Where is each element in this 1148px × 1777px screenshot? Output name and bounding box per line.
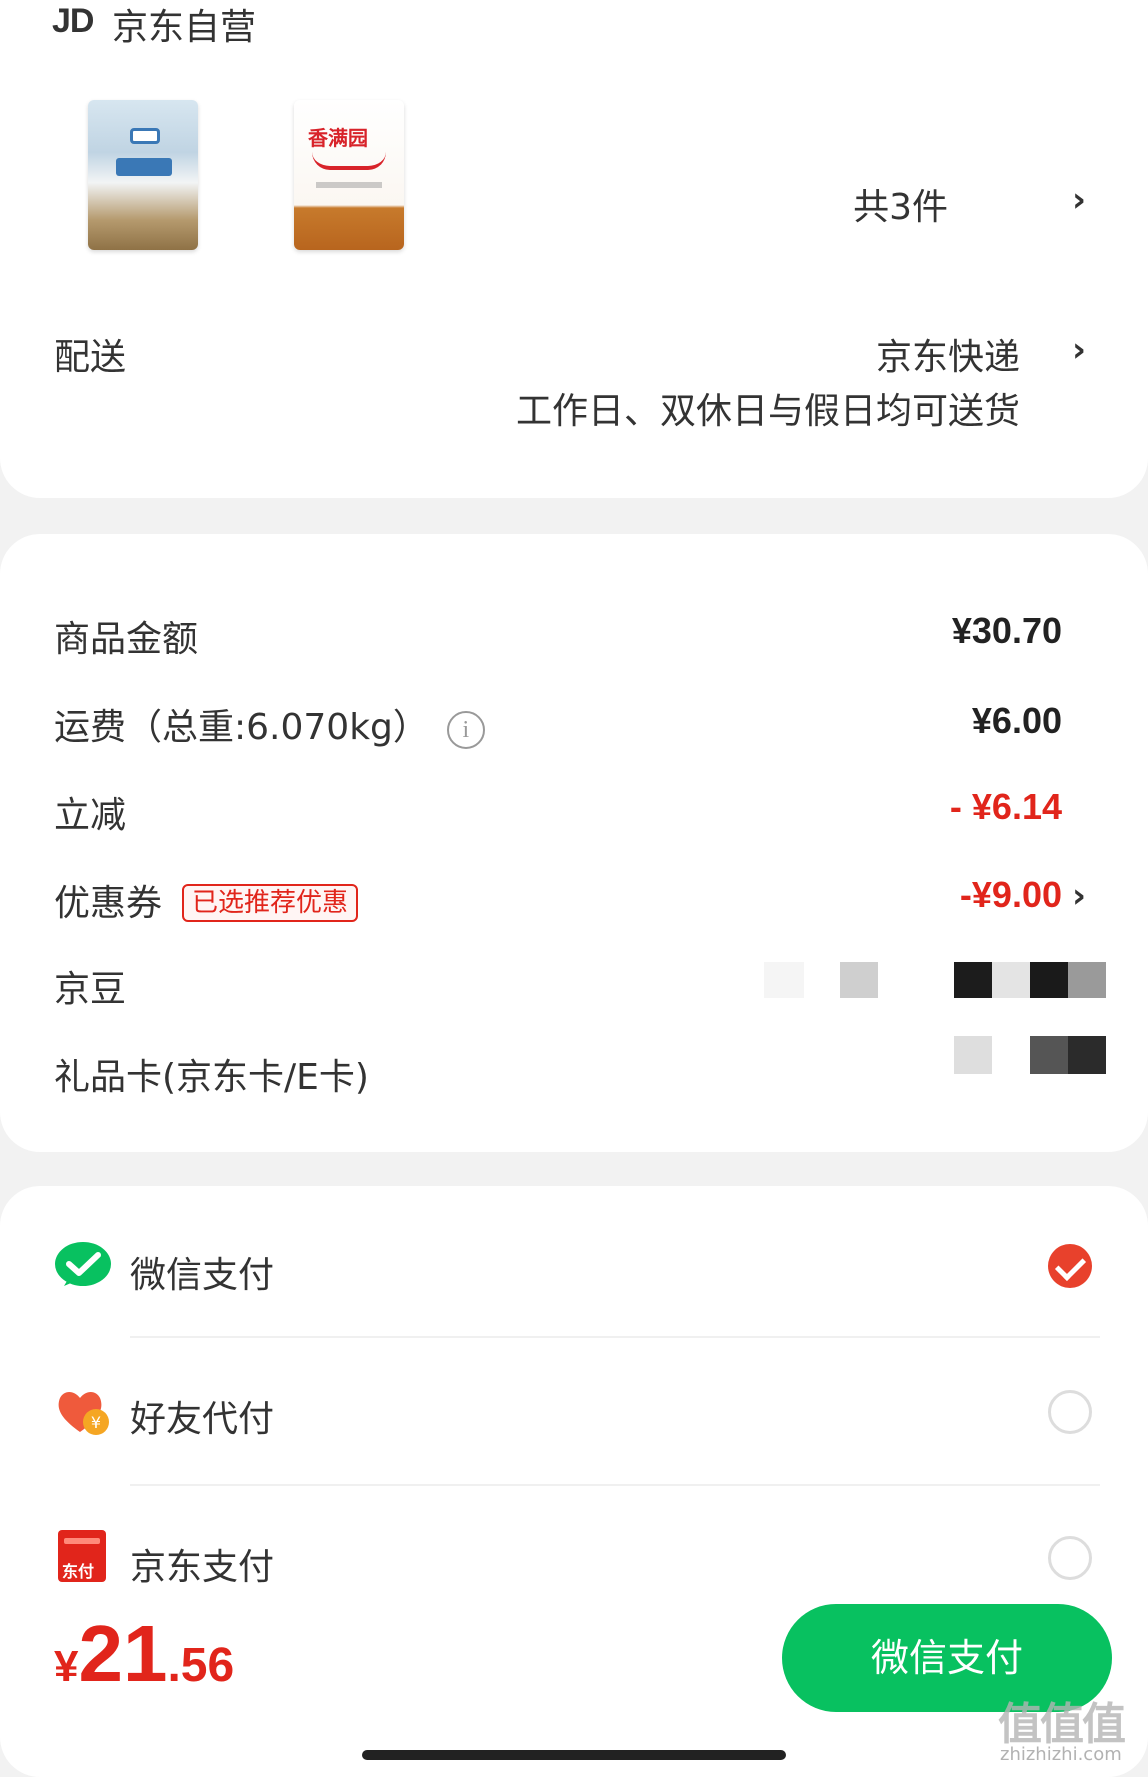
- home-indicator[interactable]: [362, 1750, 786, 1760]
- divider: [130, 1336, 1100, 1338]
- info-icon[interactable]: i: [446, 711, 485, 749]
- instant-discount-value: - ¥6.14: [949, 786, 1062, 827]
- instant-discount-label: 立减: [54, 795, 127, 836]
- gift-card-label: 礼品卡(京东卡/E卡): [54, 1057, 369, 1098]
- coupon-value[interactable]: -¥9.00: [960, 874, 1062, 916]
- jd-logo: JD: [52, 2, 94, 40]
- radio-unselected[interactable]: [1048, 1536, 1092, 1580]
- svg-text:¥: ¥: [91, 1413, 101, 1432]
- payment-option-label: 微信支付: [130, 1255, 275, 1296]
- friend-pay-icon: ¥: [58, 1392, 109, 1435]
- jd-pay-icon: 东付: [58, 1530, 106, 1582]
- delivery-note: 工作日、双休日与假日均可送货: [515, 391, 1020, 432]
- coupon-row[interactable]: 优惠券 已选推荐优惠: [54, 874, 359, 926]
- order-total: ¥21.56: [54, 1609, 235, 1698]
- site-watermark: 值值值: [998, 1699, 1126, 1750]
- radio-unselected[interactable]: [1048, 1390, 1092, 1434]
- items-count[interactable]: 共3件: [853, 178, 948, 230]
- shipping-fee-value: ¥6.00: [971, 700, 1062, 741]
- divider: [130, 1484, 1100, 1486]
- delivery-method[interactable]: 京东快递: [876, 328, 1020, 380]
- delivery-label: 配送: [54, 337, 127, 378]
- chevron-right-icon[interactable]: ›: [1072, 876, 1086, 916]
- shipping-fee-row: 运费（总重:6.070kg） i: [54, 698, 485, 750]
- chevron-right-icon[interactable]: ›: [1072, 330, 1086, 370]
- goods-amount-value: ¥30.70: [951, 610, 1062, 651]
- radio-selected[interactable]: [1048, 1244, 1092, 1288]
- coupon-label: 优惠券: [54, 883, 163, 924]
- shipping-fee-label: 运费（总重:6.070kg）: [54, 707, 429, 748]
- product-thumbnail-flour[interactable]: [88, 100, 198, 250]
- goods-amount-label: 商品金额: [54, 619, 199, 660]
- site-watermark-url: zhizhizhi.com: [1000, 1744, 1122, 1765]
- wechat-pay-icon: [55, 1242, 111, 1286]
- product-thumbnail-xiangmanyuan-flour[interactable]: 香满园: [294, 100, 404, 250]
- chevron-right-icon[interactable]: ›: [1072, 180, 1086, 220]
- store-name: 京东自营: [112, 7, 257, 48]
- payment-option-label: 好友代付: [130, 1399, 275, 1440]
- coupon-tag: 已选推荐优惠: [182, 884, 359, 922]
- payment-option-label: 京东支付: [130, 1547, 275, 1588]
- jd-beans-label: 京豆: [54, 969, 127, 1010]
